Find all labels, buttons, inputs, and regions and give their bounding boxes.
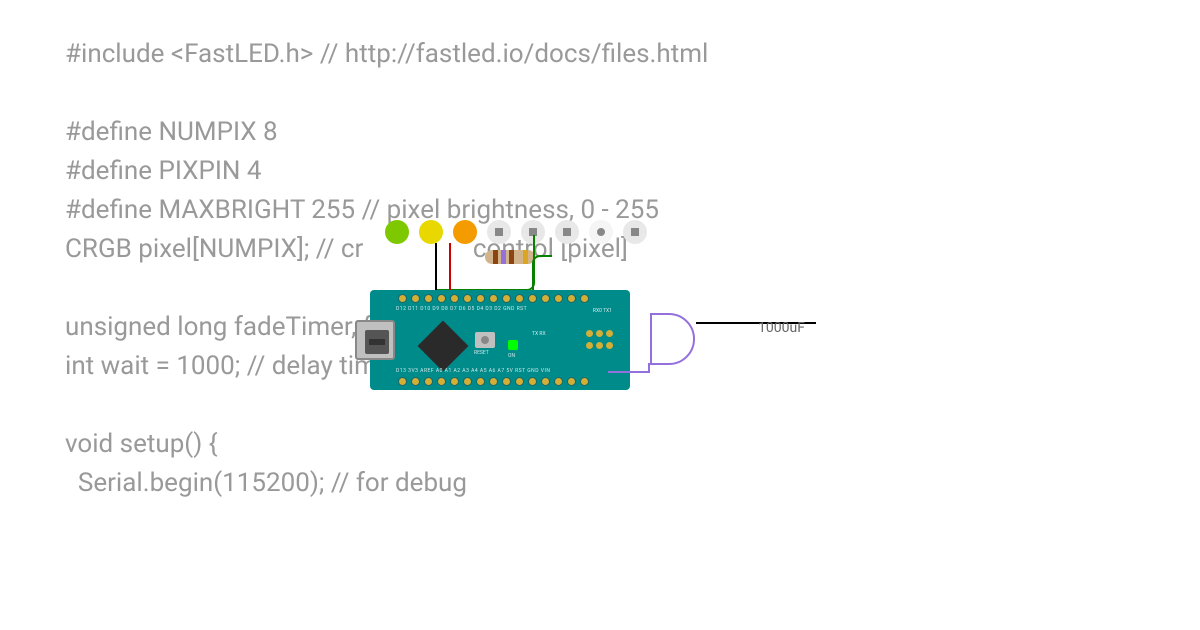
pin <box>528 377 537 386</box>
wire-purple <box>608 363 650 373</box>
pin <box>502 377 511 386</box>
icsp-pin <box>596 342 603 349</box>
pin <box>411 377 420 386</box>
led-7-off <box>623 220 647 244</box>
usb-inner <box>365 330 389 354</box>
circuit-diagram: D12 D11 D10 D9 D8 D7 D6 D5 D4 D3 D2 GND … <box>360 225 760 425</box>
pin <box>411 294 420 303</box>
led-5-off <box>555 220 579 244</box>
code-line-12: Serial.begin(115200); // for debug <box>65 464 708 503</box>
arduino-nano-board: D12 D11 D10 D9 D8 D7 D6 D5 D4 D3 D2 GND … <box>370 290 630 390</box>
pin <box>424 294 433 303</box>
reset-label: RESET <box>474 350 489 356</box>
usb-slot <box>369 339 385 345</box>
icsp-pin <box>586 342 593 349</box>
pin-labels-bottom: D13 3V3 AREF A0 A1 A2 A3 A4 A5 A6 A7 5V … <box>396 368 550 374</box>
pin <box>476 294 485 303</box>
pin <box>554 294 563 303</box>
pin <box>489 377 498 386</box>
pin <box>567 294 576 303</box>
pin-labels-top: D12 D11 D10 D9 D8 D7 D6 D5 D4 D3 D2 GND … <box>396 306 527 312</box>
code-line-1: #include <FastLED.h> // http://fastled.i… <box>65 35 708 74</box>
led-0-green <box>385 220 409 244</box>
microcontroller-chip <box>418 321 469 372</box>
pin <box>450 294 459 303</box>
code-line-11: void setup() { <box>65 425 708 464</box>
pin-header-top <box>398 294 589 303</box>
rx0tx1-label: RX0 TX1 <box>593 308 612 314</box>
pin <box>580 294 589 303</box>
led-6-off <box>589 220 613 244</box>
pin <box>528 294 537 303</box>
pin <box>515 377 524 386</box>
pin <box>437 294 446 303</box>
icsp-pin <box>606 342 613 349</box>
capacitor-label: 1000uF <box>758 320 805 336</box>
pin <box>541 377 550 386</box>
pin <box>450 377 459 386</box>
on-label: ON <box>508 353 515 359</box>
pin <box>515 294 524 303</box>
icsp-pin <box>586 330 593 337</box>
pin <box>424 377 433 386</box>
pin <box>567 377 576 386</box>
pin <box>463 377 472 386</box>
pin <box>398 294 407 303</box>
icsp-pin <box>596 330 603 337</box>
icsp-header <box>586 330 610 350</box>
icsp-pin <box>606 330 613 337</box>
code-line-3: #define NUMPIX 8 <box>65 113 708 152</box>
pin <box>489 294 498 303</box>
pin <box>502 294 511 303</box>
pin <box>463 294 472 303</box>
usb-connector <box>355 320 395 360</box>
pin <box>437 377 446 386</box>
code-line-4: #define PIXPIN 4 <box>65 152 708 191</box>
pin-header-bottom <box>398 377 589 386</box>
txrx-label: TX RX <box>532 330 546 338</box>
pin <box>541 294 550 303</box>
pin <box>554 377 563 386</box>
wire-green <box>532 255 552 295</box>
reset-button <box>475 332 495 348</box>
pin <box>476 377 485 386</box>
pin <box>398 377 407 386</box>
power-led-icon <box>508 340 518 350</box>
code-line-blank <box>65 74 708 113</box>
capacitor-component <box>650 313 695 365</box>
pin <box>580 377 589 386</box>
